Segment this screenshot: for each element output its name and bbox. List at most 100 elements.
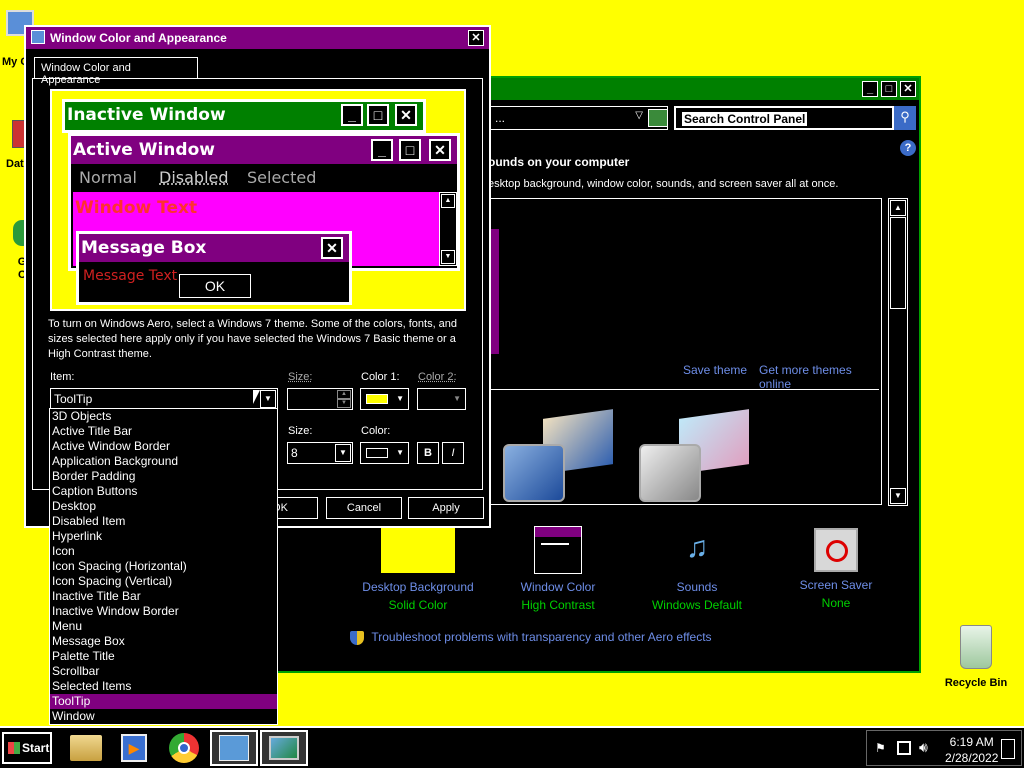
- list-item[interactable]: Menu: [50, 619, 277, 634]
- list-item[interactable]: Scrollbar: [50, 664, 277, 679]
- font-size-select[interactable]: 8 ▼: [287, 442, 353, 464]
- maximize-icon: □: [367, 104, 389, 126]
- list-item[interactable]: Palette Title: [50, 649, 277, 664]
- list-item[interactable]: Inactive Title Bar: [50, 589, 277, 604]
- taskbar-display-settings[interactable]: [260, 730, 308, 766]
- screen-saver-item[interactable]: Screen Saver None: [776, 526, 896, 610]
- color1-swatch: [366, 394, 388, 404]
- close-icon: ✕: [395, 104, 417, 126]
- maximize-button[interactable]: □: [881, 81, 897, 97]
- start-button[interactable]: Start: [2, 732, 52, 764]
- menu-normal: Normal: [79, 168, 137, 187]
- scrollbar[interactable]: ▲ ▼: [888, 198, 908, 506]
- italic-button[interactable]: I: [442, 442, 464, 464]
- list-item[interactable]: Border Padding: [50, 469, 277, 484]
- size-label: Size:: [288, 371, 313, 383]
- taskbar-media-player[interactable]: ▶: [110, 730, 158, 766]
- volume-icon[interactable]: 🔊︎: [919, 739, 928, 756]
- list-item[interactable]: Active Window Border: [50, 439, 277, 454]
- preview-message-box[interactable]: Message Box ✕ Message Text OK: [76, 231, 352, 305]
- troubleshoot-link-row[interactable]: Troubleshoot problems with transparency …: [350, 630, 712, 645]
- get-more-themes-link[interactable]: Get more themes online: [759, 363, 881, 391]
- close-button[interactable]: ✕: [900, 81, 916, 97]
- theme-thumbnail-basic[interactable]: [503, 409, 621, 506]
- taskbar-chrome[interactable]: [160, 730, 208, 766]
- chevron-down-icon: ▼: [396, 394, 404, 403]
- save-theme-link[interactable]: Save theme: [683, 363, 747, 377]
- chevron-down-icon[interactable]: ▽: [635, 110, 643, 121]
- help-icon[interactable]: ?: [900, 140, 916, 156]
- spinner-up-icon: ▲: [337, 390, 351, 399]
- font-color-picker[interactable]: ▼: [360, 442, 409, 464]
- list-item[interactable]: Selected Items: [50, 679, 277, 694]
- appearance-preview[interactable]: Inactive Window _ □ ✕ Active Window _ □ …: [50, 89, 466, 311]
- cancel-button[interactable]: Cancel: [326, 497, 402, 519]
- list-item[interactable]: Message Box: [50, 634, 277, 649]
- taskbar-file-explorer[interactable]: [62, 730, 110, 766]
- scroll-down-arrow[interactable]: ▼: [890, 488, 906, 504]
- close-icon: ✕: [321, 237, 343, 259]
- chevron-down-icon[interactable]: ▼: [335, 444, 351, 462]
- scroll-thumb[interactable]: [890, 217, 906, 309]
- search-icon[interactable]: ⚲: [894, 106, 916, 130]
- minimize-button[interactable]: _: [862, 81, 878, 97]
- bold-button[interactable]: B: [417, 442, 439, 464]
- show-desktop-button[interactable]: [1001, 739, 1015, 759]
- scroll-up-arrow[interactable]: ▲: [890, 200, 906, 216]
- list-item[interactable]: Inactive Window Border: [50, 604, 277, 619]
- close-button[interactable]: ✕: [468, 30, 484, 46]
- window-color-item[interactable]: Window Color High Contrast: [498, 526, 618, 612]
- preview-ok-button[interactable]: OK: [179, 274, 251, 298]
- action-center-flag-icon[interactable]: ⚑: [875, 741, 889, 755]
- close-icon: ✕: [429, 139, 451, 161]
- theme-list[interactable]: Save theme Get more themes online: [488, 198, 882, 505]
- chevron-down-icon: ▼: [453, 394, 461, 403]
- desktop-background-icon: [380, 526, 456, 574]
- color1-picker[interactable]: ▼: [360, 388, 409, 410]
- spinner-down-icon: ▼: [337, 399, 351, 408]
- chevron-down-icon[interactable]: ▼: [260, 390, 276, 408]
- sounds-icon: ♫: [685, 531, 709, 564]
- network-icon[interactable]: [897, 741, 911, 755]
- sounds-item[interactable]: ♫ Sounds Windows Default: [637, 526, 757, 612]
- mouse-cursor: [253, 390, 260, 404]
- preview-inactive-window[interactable]: Inactive Window _ □ ✕: [62, 99, 426, 133]
- file-explorer-icon: [70, 735, 102, 761]
- media-player-icon: ▶: [121, 734, 147, 762]
- list-item[interactable]: Application Background: [50, 454, 277, 469]
- refresh-icon[interactable]: [648, 109, 668, 127]
- list-item[interactable]: Icon: [50, 544, 277, 559]
- item-select[interactable]: ToolTip ▼: [50, 388, 278, 410]
- apply-button[interactable]: Apply: [408, 497, 484, 519]
- search-input[interactable]: Search Control Panel: [674, 106, 894, 130]
- list-item[interactable]: 3D Objects: [50, 409, 277, 424]
- desktop-background-item[interactable]: Desktop Background Solid Color: [358, 526, 478, 612]
- list-item[interactable]: Disabled Item: [50, 514, 277, 529]
- clock[interactable]: 6:19 AM 2/28/2022: [945, 734, 998, 766]
- control-panel-icon: [219, 735, 249, 761]
- tab-window-color[interactable]: Window Color and Appearance: [34, 57, 198, 86]
- list-item[interactable]: Icon Spacing (Horizontal): [50, 559, 277, 574]
- minimize-icon: _: [341, 104, 363, 126]
- windows-logo-icon: [8, 742, 20, 754]
- recycle-bin-icon: [960, 625, 992, 669]
- chevron-down-icon: ▼: [396, 448, 404, 457]
- desktop-icon-recycle-bin[interactable]: Recycle Bin: [936, 625, 1016, 689]
- list-item[interactable]: Hyperlink: [50, 529, 277, 544]
- address-bar[interactable]: ... ▽: [488, 106, 668, 130]
- theme-thumbnail-classic[interactable]: [639, 409, 757, 506]
- dialog-titlebar[interactable]: Window Color and Appearance: [26, 27, 489, 49]
- list-item[interactable]: Desktop: [50, 499, 277, 514]
- menu-disabled: Disabled: [159, 168, 229, 187]
- font-size-label: Size:: [288, 425, 313, 437]
- item-dropdown-list[interactable]: 3D Objects Active Title Bar Active Windo…: [49, 408, 278, 725]
- list-item[interactable]: Icon Spacing (Vertical): [50, 574, 277, 589]
- list-item[interactable]: Caption Buttons: [50, 484, 277, 499]
- list-item[interactable]: Active Title Bar: [50, 424, 277, 439]
- list-item-selected[interactable]: ToolTip: [50, 694, 277, 709]
- item-label: Item:: [50, 371, 75, 383]
- taskbar-control-panel[interactable]: [210, 730, 258, 766]
- dialog-app-icon: [31, 30, 45, 44]
- system-tray: ⚑ 🔊︎ 6:19 AM 2/28/2022: [866, 730, 1022, 766]
- list-item[interactable]: Window: [50, 709, 277, 724]
